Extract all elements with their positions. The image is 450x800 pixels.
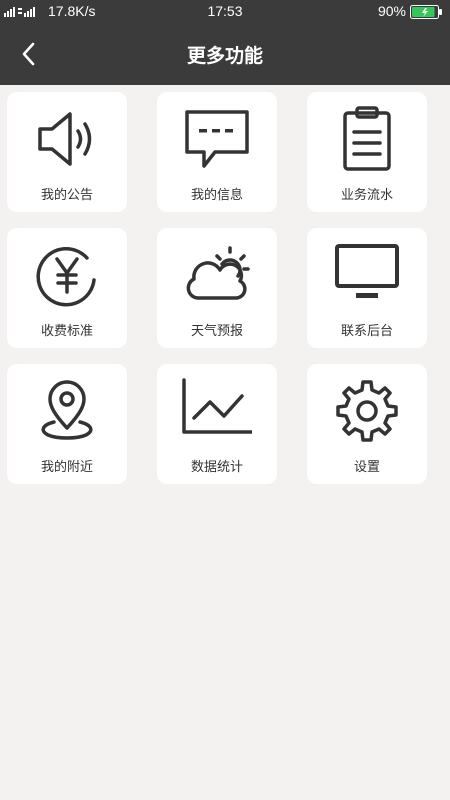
feature-label: 联系后台 xyxy=(340,324,393,339)
feature-tile-weather[interactable]: 天气预报 xyxy=(157,228,277,348)
feature-tile-statistics[interactable]: 数据统计 xyxy=(157,364,277,484)
line-chart-icon xyxy=(182,378,252,434)
yen-icon xyxy=(36,247,96,307)
speaker-icon xyxy=(38,112,92,166)
weather-icon xyxy=(186,246,250,300)
feature-label: 天气预报 xyxy=(190,324,243,339)
feature-tile-fee-standard[interactable]: 收费标准 xyxy=(7,228,127,348)
feature-tile-announcements[interactable]: 我的公告 xyxy=(7,92,127,212)
feature-grid: 我的公告 我的信息 业务流水 收费标准 天气预报 联系后台 我的附近 数据统计 … xyxy=(7,92,428,484)
feature-tile-nearby[interactable]: 我的附近 xyxy=(7,364,127,484)
feature-tile-messages[interactable]: 我的信息 xyxy=(157,92,277,212)
feature-tile-business-records[interactable]: 业务流水 xyxy=(307,92,427,212)
feature-label: 数据统计 xyxy=(190,460,243,475)
clipboard-icon xyxy=(343,106,391,171)
feature-tile-settings[interactable]: 设置 xyxy=(307,364,427,484)
gear-icon xyxy=(336,380,398,442)
feature-label: 业务流水 xyxy=(340,188,393,203)
page-title: 更多功能 xyxy=(186,45,263,67)
feature-label: 我的信息 xyxy=(190,188,243,203)
monitor-icon xyxy=(335,244,399,298)
nav-bar: 更多功能 xyxy=(0,23,450,85)
battery-icon xyxy=(410,5,442,19)
battery-percentage: 90% xyxy=(377,3,406,19)
feature-label: 设置 xyxy=(353,460,380,475)
feature-label: 我的公告 xyxy=(40,188,93,203)
message-icon xyxy=(185,110,249,168)
location-pin-icon xyxy=(41,380,93,440)
feature-label: 我的附近 xyxy=(40,460,93,475)
feature-tile-contact-backend[interactable]: 联系后台 xyxy=(307,228,427,348)
feature-label: 收费标准 xyxy=(40,324,93,339)
status-bar: 17.8K/s 17:53 90% xyxy=(0,0,450,23)
